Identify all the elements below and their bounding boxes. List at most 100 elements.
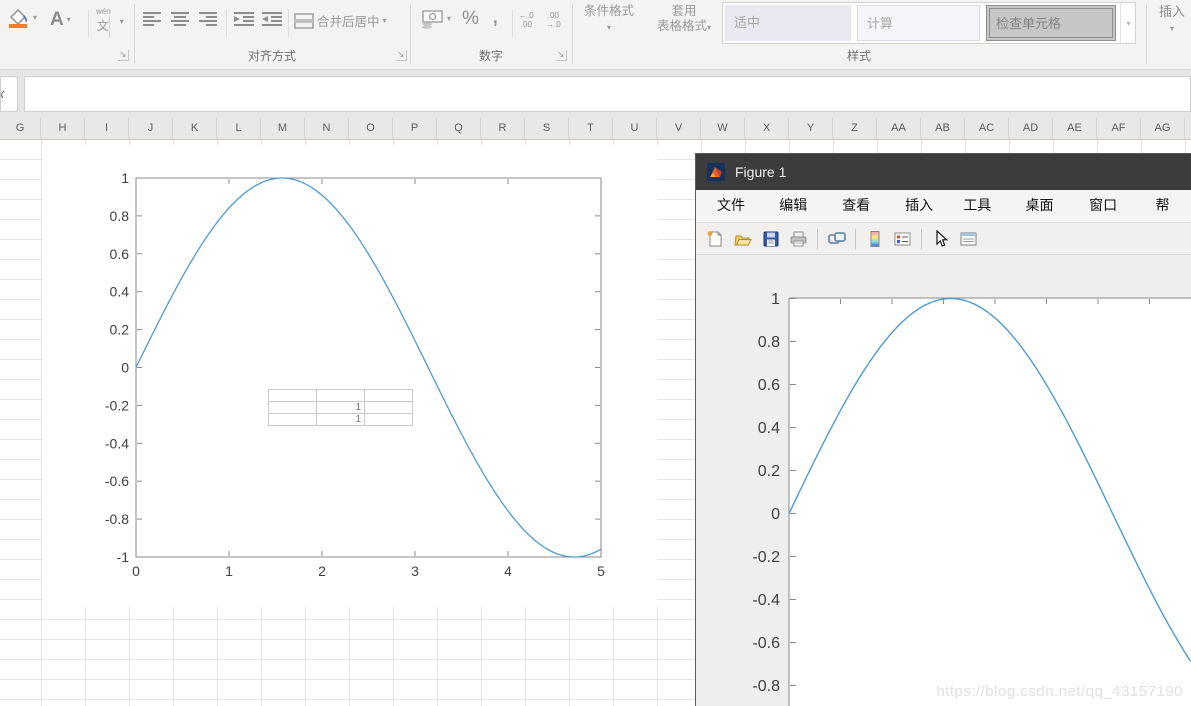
font-color-icon: A [50,9,64,31]
decrease-indent-button[interactable] [233,11,255,27]
column-header-M[interactable]: M [261,118,305,139]
align-left-button[interactable] [142,11,162,27]
save-figure-button[interactable] [758,227,783,251]
column-header-Y[interactable]: Y [789,118,833,139]
menu-item-window[interactable]: 窗口(W) [1078,190,1144,222]
column-header-AB[interactable]: AB [921,118,965,139]
overlay-cell [365,414,413,426]
insert-colorbar-button[interactable] [862,227,887,251]
edit-plot-button[interactable] [928,227,953,251]
print-figure-button[interactable] [786,227,811,251]
overlay-cell [365,402,413,414]
column-header-K[interactable]: K [173,118,217,139]
svg-text:0.4: 0.4 [758,420,780,437]
svg-text:0: 0 [121,360,129,376]
column-header-R[interactable]: R [481,118,525,139]
column-header-N[interactable]: N [305,118,349,139]
formula-bar: fx [0,70,1191,118]
embedded-figure-image[interactable]: 012345-1-0.8-0.6-0.4-0.200.20.40.60.81 1… [43,145,658,607]
phonetic-guide-button[interactable]: wén 文 ▾ [96,7,124,37]
overlay-cell: 1 [317,414,365,426]
open-file-button[interactable] [730,227,755,251]
menu-item-tools[interactable]: 工具(T) [952,190,1014,222]
number-group-label: 数字 [410,47,572,64]
number-format-button[interactable]: ▾ [420,9,451,29]
overlay-cell: 1 [317,402,365,414]
column-header-U[interactable]: U [613,118,657,139]
column-header-L[interactable]: L [217,118,261,139]
column-header-J[interactable]: J [129,118,173,139]
sine-plot-figure: -0.8-0.6-0.4-0.200.20.40.60.81 [696,255,1191,706]
menu-item-desktop[interactable]: 桌面(D) [1015,190,1079,222]
number-format-icon [420,9,444,29]
menu-item-insert[interactable]: 插入(I) [894,190,952,222]
column-header-V[interactable]: V [657,118,701,139]
open-file-icon [733,230,752,248]
menu-item-help[interactable]: 帮助 [1144,190,1191,222]
column-header-X[interactable]: X [745,118,789,139]
increase-decimal-button[interactable]: ←.0 .00 [519,11,534,29]
style-calculation[interactable]: 计算 [857,5,980,41]
column-header-H[interactable]: H [41,118,85,139]
column-header-AC[interactable]: AC [965,118,1009,139]
column-header-AE[interactable]: AE [1053,118,1097,139]
column-header-O[interactable]: O [349,118,393,139]
column-header-AD[interactable]: AD [1009,118,1053,139]
column-header-Q[interactable]: Q [437,118,481,139]
decrease-decimal-button[interactable]: .00 →.0 [546,11,561,29]
insert-legend-button[interactable] [890,227,915,251]
comma-style-button[interactable]: , [492,2,499,30]
svg-text:5: 5 [597,563,605,579]
alignment-dialog-launcher-icon[interactable]: ↘ [396,50,407,61]
percent-style-button[interactable]: % [462,8,479,30]
formula-input[interactable] [24,76,1191,112]
insert-function-button[interactable]: fx [0,76,18,112]
column-header-AF[interactable]: AF [1097,118,1141,139]
phonetic-icon: wén 文 [96,7,111,37]
column-header-AA[interactable]: AA [877,118,921,139]
fill-color-button[interactable]: ▾ [6,7,37,29]
style-check-cell[interactable]: 检查单元格 [986,5,1116,41]
menu-item-file[interactable]: 文件(F) [706,190,768,222]
fill-color-icon [6,7,30,29]
column-header-P[interactable]: P [393,118,437,139]
column-header-T[interactable]: T [569,118,613,139]
comma-icon: , [492,2,499,30]
overlay-cell [317,390,365,402]
link-plot-button[interactable] [824,227,849,251]
align-right-icon [198,11,218,27]
svg-text:-1: -1 [117,549,130,565]
column-header-G[interactable]: G [0,118,41,139]
pasted-cell-range-overlay: 1 1 [268,389,413,426]
svg-text:0.8: 0.8 [758,334,780,351]
gallery-more-button[interactable]: ▾ [1120,3,1136,43]
menu-item-edit[interactable]: 编辑(E) [768,190,831,222]
svg-text:-0.6: -0.6 [752,635,780,652]
align-right-button[interactable] [198,11,218,27]
number-dialog-launcher-icon[interactable]: ↘ [556,50,567,61]
property-editor-button[interactable] [956,227,981,251]
new-figure-button[interactable] [702,227,727,251]
column-header-Z[interactable]: Z [833,118,877,139]
link-plot-icon [827,230,847,248]
column-header-S[interactable]: S [525,118,569,139]
new-figure-icon [706,230,724,248]
format-as-table-button[interactable]: 套用 表格格式▾ [646,4,722,34]
insert-cells-button[interactable]: 插入 ▾ [1154,4,1190,34]
style-moderate[interactable]: 适中 [725,5,851,41]
conditional-formatting-button[interactable]: 条件格式 ▾ [576,4,642,34]
svg-text:-0.8: -0.8 [752,678,780,695]
figure-titlebar[interactable]: Figure 1 [696,154,1191,190]
cell-styles-gallery: 适中 计算 检查单元格 ▾ [722,2,1136,44]
column-header-W[interactable]: W [701,118,745,139]
column-header-AG[interactable]: AG [1141,118,1185,139]
menu-item-view[interactable]: 查看(V) [831,190,894,222]
font-dialog-launcher-icon[interactable]: ↘ [118,50,129,61]
increase-indent-button[interactable] [261,11,283,27]
font-color-button[interactable]: A ▾ [50,9,71,31]
svg-text:-0.8: -0.8 [105,511,129,527]
caret-down-icon: ▾ [1170,24,1174,33]
align-center-button[interactable] [170,11,190,27]
column-header-I[interactable]: I [85,118,129,139]
merge-center-button[interactable]: 合并后居中 ▾ [294,11,387,30]
